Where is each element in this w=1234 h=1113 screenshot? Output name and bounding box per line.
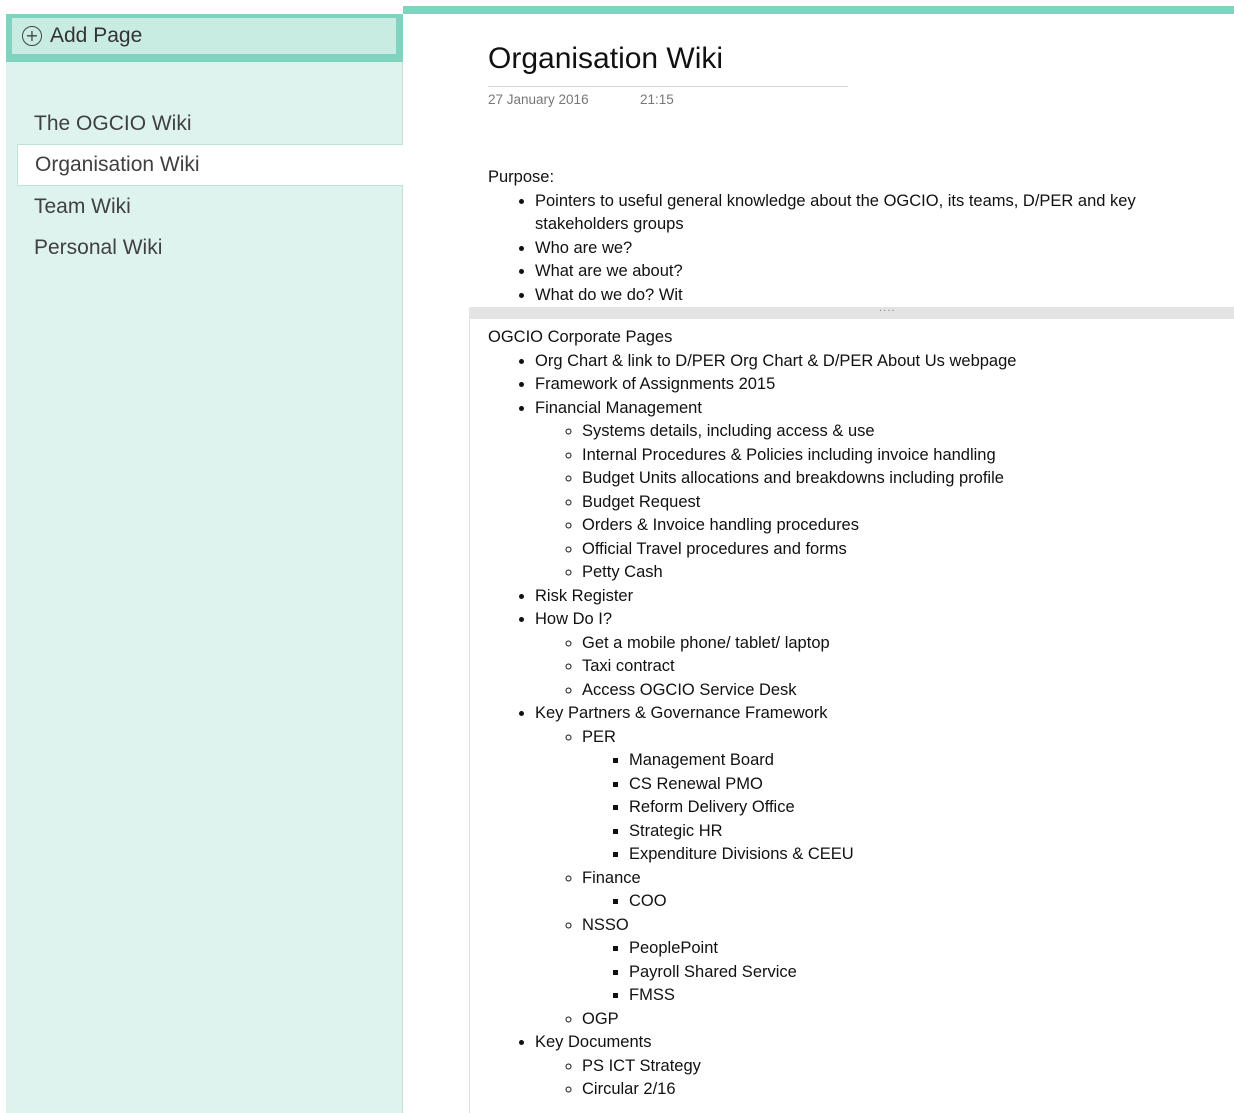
list-item: Reform Delivery Office — [629, 796, 1208, 820]
list-item-label: Financial Management — [535, 398, 702, 417]
list-item-label: PER — [582, 727, 616, 746]
note-container-border — [469, 307, 470, 1113]
list-item: FMSS — [629, 984, 1208, 1008]
page-title[interactable]: Organisation Wiki — [488, 42, 723, 76]
sidebar-item-label: Organisation Wiki — [35, 153, 200, 176]
list-item: Official Travel procedures and forms — [582, 538, 1208, 562]
list-item: Expenditure Divisions & CEEU — [629, 843, 1208, 867]
purpose-note[interactable]: Purpose: Pointers to useful general know… — [488, 166, 1188, 307]
partners-sublist: PER Management Board CS Renewal PMO Refo… — [535, 726, 1208, 1032]
list-item: Org Chart & link to D/PER Org Chart & D/… — [535, 350, 1208, 374]
add-page-area: + Add Page — [6, 14, 403, 62]
list-item: What do we do? Wit — [535, 284, 1188, 308]
sidebar-item-label: The OGCIO Wiki — [34, 112, 192, 135]
list-item: Budget Units allocations and breakdowns … — [582, 467, 1208, 491]
list-item: Key Partners & Governance Framework PER … — [535, 702, 1208, 1031]
plus-circle-icon: + — [22, 26, 42, 46]
nsso-sublist: PeoplePoint Payroll Shared Service FMSS — [582, 937, 1208, 1008]
list-item: PS ICT Strategy — [582, 1055, 1208, 1079]
sidebar-item-organisation-wiki[interactable]: Organisation Wiki — [17, 144, 403, 186]
list-item: Pointers to useful general knowledge abo… — [535, 190, 1188, 237]
sidebar-item-personal-wiki[interactable]: Personal Wiki — [6, 227, 403, 269]
list-item: What are we about? — [535, 260, 1188, 284]
list-item: COO — [629, 890, 1208, 914]
list-item-label: Key Documents — [535, 1033, 652, 1051]
list-item: Risk Register — [535, 585, 1208, 609]
list-item-label: NSSO — [582, 915, 629, 934]
sidebar-item-label: Personal Wiki — [34, 236, 163, 259]
documents-sublist: PS ICT Strategy Circular 2/16 — [535, 1055, 1208, 1102]
add-page-label: Add Page — [50, 24, 143, 47]
list-item: How Do I? Get a mobile phone/ tablet/ la… — [535, 608, 1208, 702]
list-item: Framework of Assignments 2015 — [535, 373, 1208, 397]
list-item: Payroll Shared Service — [629, 961, 1208, 985]
purpose-heading: Purpose: — [488, 168, 555, 186]
corporate-pages-note[interactable]: OGCIO Corporate Pages Org Chart & link t… — [488, 326, 1208, 1102]
top-bar — [0, 0, 1234, 14]
list-item: Petty Cash — [582, 561, 1208, 585]
list-item: Circular 2/16 — [582, 1078, 1208, 1102]
page-content: Organisation Wiki 27 January 2016 21:15 … — [404, 14, 1234, 1113]
drag-grip-icon: ···· — [879, 306, 896, 317]
list-item: Who are we? — [535, 237, 1188, 261]
list-item: Orders & Invoice handling procedures — [582, 514, 1208, 538]
corporate-list: Org Chart & link to D/PER Org Chart & D/… — [488, 350, 1208, 1102]
list-item: Systems details, including access & use — [582, 420, 1208, 444]
add-page-button[interactable]: + Add Page — [12, 18, 396, 54]
list-item: NSSO PeoplePoint Payroll Shared Service … — [582, 914, 1208, 1008]
list-item: Internal Procedures & Policies including… — [582, 444, 1208, 468]
list-item: Budget Request — [582, 491, 1208, 515]
sidebar-item-label: Team Wiki — [34, 195, 131, 218]
list-item: Key Documents PS ICT Strategy Circular 2… — [535, 1031, 1208, 1102]
list-item-label: How Do I? — [535, 610, 613, 628]
page-time: 21:15 — [640, 92, 674, 107]
page-date: 27 January 2016 — [488, 92, 589, 107]
how-do-i-sublist: Get a mobile phone/ tablet/ laptop Taxi … — [535, 632, 1208, 703]
list-item: Taxi contract — [582, 655, 1208, 679]
list-item: Management Board — [629, 749, 1208, 773]
list-item: Financial Management Systems details, in… — [535, 397, 1208, 585]
finance-sublist: COO — [582, 890, 1208, 914]
title-divider — [488, 86, 848, 87]
list-item: OGP — [582, 1008, 1208, 1032]
list-item-label: Key Partners & Governance Framework — [535, 704, 828, 722]
purpose-list: Pointers to useful general knowledge abo… — [488, 190, 1188, 308]
sidebar-item-team-wiki[interactable]: Team Wiki — [6, 186, 403, 228]
page-list-sidebar: + Add Page The OGCIO Wiki Organisation W… — [6, 14, 403, 1113]
list-item: Get a mobile phone/ tablet/ laptop — [582, 632, 1208, 656]
sidebar-item-the-ogcio-wiki[interactable]: The OGCIO Wiki — [6, 103, 403, 145]
per-sublist: Management Board CS Renewal PMO Reform D… — [582, 749, 1208, 867]
accent-strip — [403, 6, 1234, 14]
list-item: Finance COO — [582, 867, 1208, 914]
note-splitter-handle[interactable]: ···· — [469, 307, 1234, 319]
list-item: PER Management Board CS Renewal PMO Refo… — [582, 726, 1208, 867]
list-item: PeoplePoint — [629, 937, 1208, 961]
list-item: Access OGCIO Service Desk — [582, 679, 1208, 703]
list-item: CS Renewal PMO — [629, 773, 1208, 797]
financial-sublist: Systems details, including access & use … — [535, 420, 1208, 585]
corporate-heading: OGCIO Corporate Pages — [488, 328, 673, 346]
list-item: Strategic HR — [629, 820, 1208, 844]
list-item-label: Finance — [582, 868, 641, 887]
